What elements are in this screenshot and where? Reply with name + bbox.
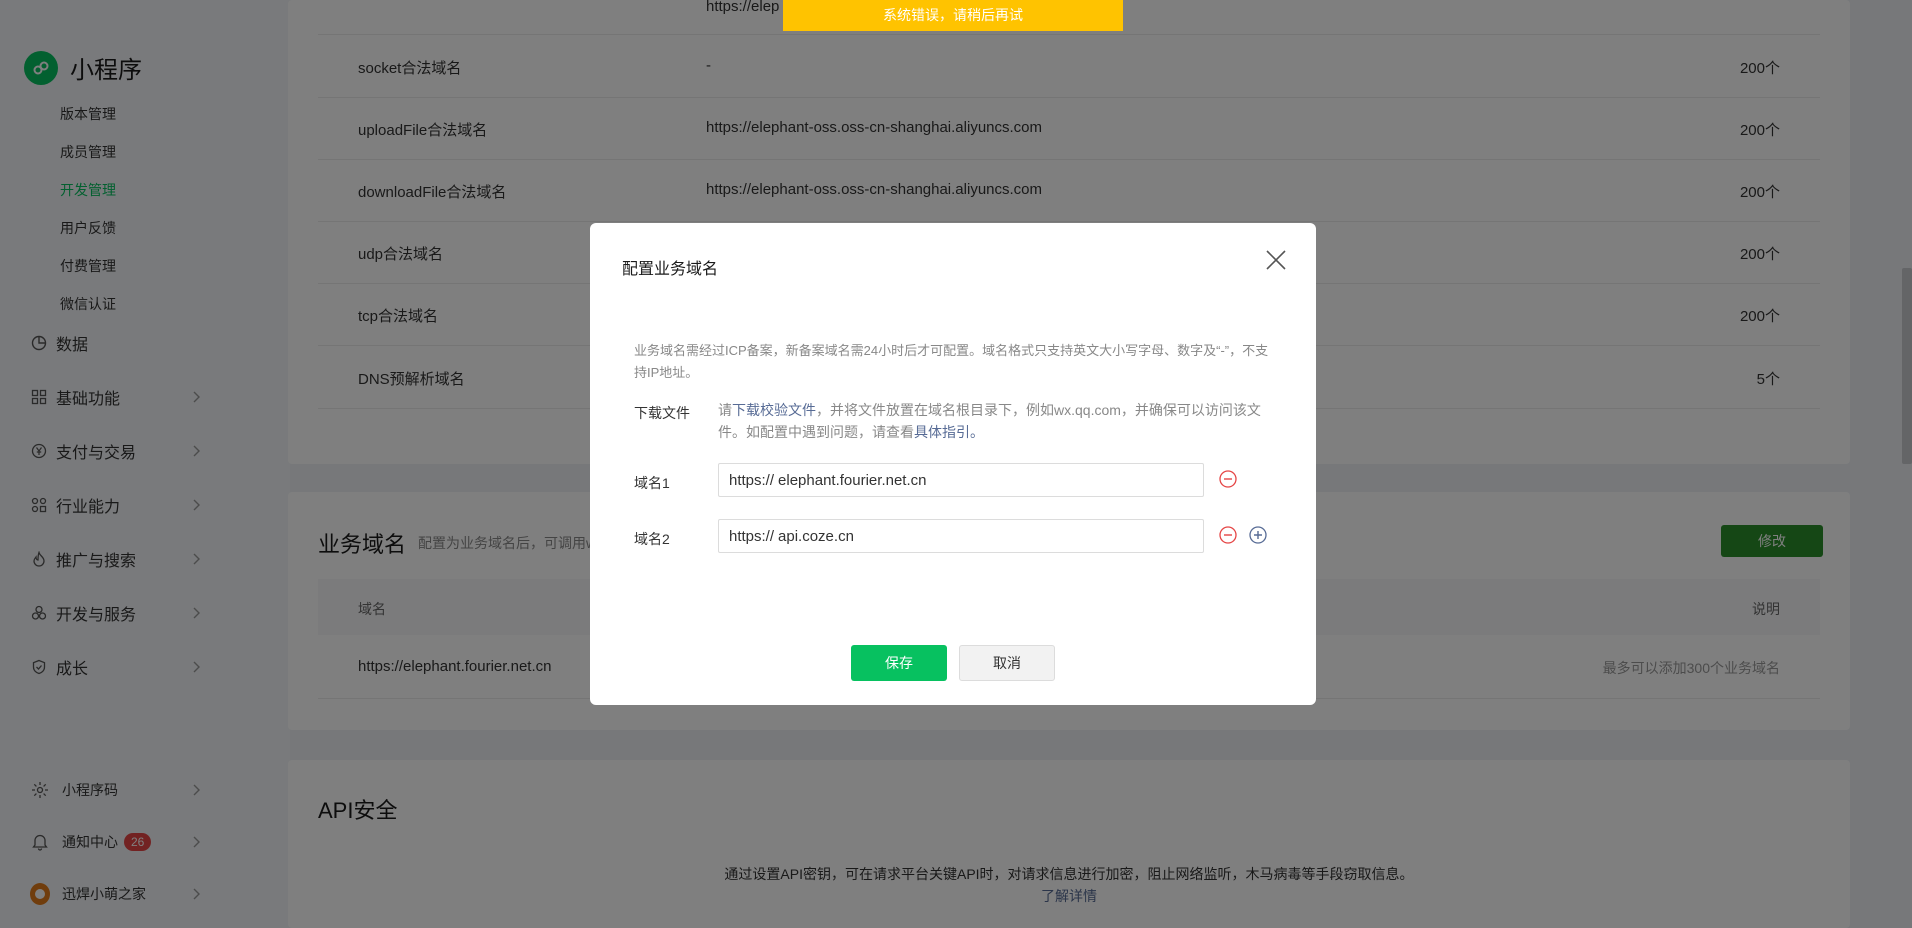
download-file-label: 下载文件 — [634, 405, 690, 421]
domain1-label: 域名1 — [634, 475, 670, 491]
cancel-button[interactable]: 取消 — [959, 645, 1055, 681]
domain2-prefix: https:// — [729, 527, 775, 545]
domain2-field[interactable]: https:// — [718, 519, 1204, 553]
configure-business-domain-dialog: 配置业务域名 业务域名需经过ICP备案，新备案域名需24小时后才可配置。域名格式… — [590, 223, 1316, 705]
download-verify-file-link[interactable]: 下载校验文件 — [732, 402, 816, 418]
error-toast: 系统错误，请稍后再试 — [783, 0, 1123, 31]
domain1-input[interactable] — [778, 471, 1159, 489]
remove-domain1-icon[interactable] — [1219, 470, 1237, 488]
guide-link[interactable]: 具体指引。 — [914, 424, 984, 440]
add-domain-icon[interactable] — [1249, 526, 1267, 544]
download-prefix-text: 请 — [718, 402, 732, 418]
domain2-label: 域名2 — [634, 531, 670, 547]
close-icon[interactable] — [1263, 247, 1289, 273]
dialog-title: 配置业务域名 — [622, 261, 719, 278]
domain1-field[interactable]: https:// — [718, 463, 1204, 497]
dialog-tip: 业务域名需经过ICP备案，新备案域名需24小时后才可配置。域名格式只支持英文大小… — [634, 343, 1269, 380]
save-button[interactable]: 保存 — [851, 645, 947, 681]
domain2-input[interactable] — [778, 527, 1159, 545]
remove-domain2-icon[interactable] — [1219, 526, 1237, 544]
domain1-prefix: https:// — [729, 471, 775, 489]
download-file-text: 请下载校验文件，并将文件放置在域名根目录下，例如wx.qq.com，并确保可以访… — [718, 399, 1288, 443]
